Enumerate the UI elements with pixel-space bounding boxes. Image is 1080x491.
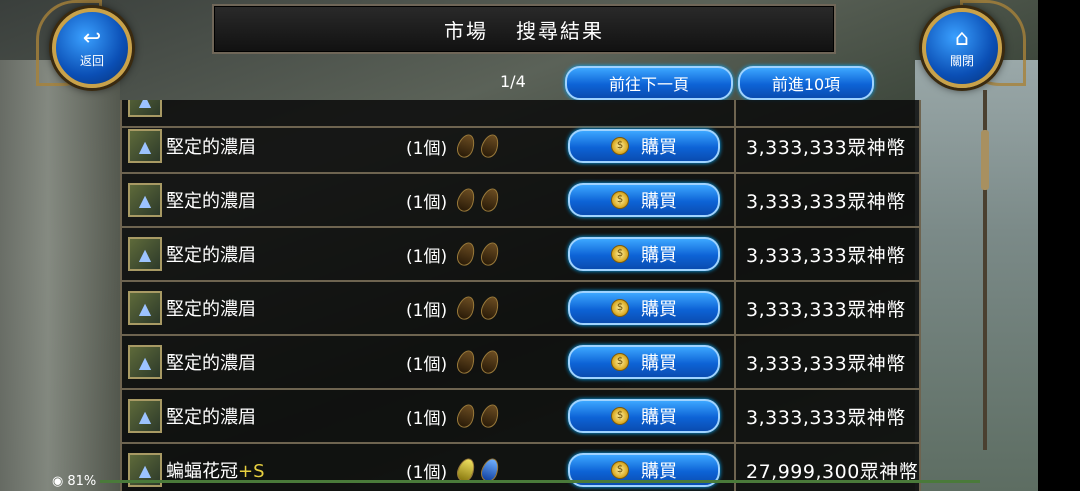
background-wall [0,60,120,491]
buy-button-label: 購買 [641,191,677,212]
wizard-hat-icon: ▲ [128,345,162,379]
wizard-hat-icon: ▲ [128,183,162,217]
item-quantity: (1個) [406,192,448,213]
seed-icon [478,131,502,161]
buy-button-label: 購買 [641,137,677,158]
item-quantity: (1個) [406,462,448,483]
seed-icon [454,239,478,269]
close-button-label: 關閉 [949,53,974,68]
coin-icon: $ [611,299,629,317]
buy-button[interactable]: $ 購買 [568,237,720,271]
page-subtitle: 搜尋結果 [516,18,604,43]
wizard-hat-icon: ▲ [128,399,162,433]
screen-edge-bar [1038,0,1080,491]
next-10-button[interactable]: 前進10項 [738,66,874,100]
coin-icon: $ [611,353,629,371]
page-indicator: 1/4 [500,72,526,91]
item-name: 堅定的濃眉 [166,299,256,320]
seed-icon [478,239,502,269]
list-item[interactable]: ▲ 堅定的濃眉 (1個) $ 購買 3,333,333眾神幣 [122,336,919,390]
next-page-button[interactable]: 前往下一頁 [565,66,733,100]
item-price: 3,333,333眾神幣 [746,406,906,429]
market-listing: ▲ ▲ 堅定的濃眉 (1個) $ 購買 3,333,333眾神幣 ▲ 堅定的濃眉… [120,100,921,491]
buy-button-label: 購買 [641,299,677,320]
item-price: 3,333,333眾神幣 [746,136,906,159]
seed-icon [478,185,502,215]
seed-icon [454,293,478,323]
battery-level: 81% [67,474,97,489]
wizard-hat-icon: ▲ [128,237,162,271]
item-enhance-suffix: +S [238,461,265,482]
buy-button[interactable]: $ 購買 [568,129,720,163]
coin-icon: $ [611,137,629,155]
buy-button-label: 購買 [641,245,677,266]
scrollbar-thumb[interactable] [981,130,989,190]
list-item[interactable]: ▲ 堅定的濃眉 (1個) $ 購買 3,333,333眾神幣 [122,174,919,228]
buy-button[interactable]: $ 購買 [568,345,720,379]
item-price: 3,333,333眾神幣 [746,352,906,375]
list-item[interactable]: ▲ 堅定的濃眉 (1個) $ 購買 3,333,333眾神幣 [122,120,919,174]
buy-button[interactable]: $ 購買 [568,399,720,433]
seed-icon [454,401,478,431]
wizard-hat-icon: ▲ [128,129,162,163]
list-item[interactable]: ▲ 堅定的濃眉 (1個) $ 購買 3,333,333眾神幣 [122,228,919,282]
coin-icon: $ [611,191,629,209]
item-name: 堅定的濃眉 [166,191,256,212]
item-name: 堅定的濃眉 [166,245,256,266]
buy-button[interactable]: $ 購買 [568,183,720,217]
coin-icon: $ [611,407,629,425]
coin-icon: $ [611,245,629,263]
coin-icon: $ [611,461,629,479]
item-price: 3,333,333眾神幣 [746,190,906,213]
wizard-hat-icon: ▲ [128,100,162,117]
item-name: 堅定的濃眉 [166,137,256,158]
buy-button-label: 購買 [641,353,677,374]
item-price: 3,333,333眾神幣 [746,244,906,267]
back-button[interactable]: ↩ 返回 [52,8,132,88]
wizard-hat-icon: ▲ [128,291,162,325]
undo-arrow-icon: ↩ [82,25,102,51]
list-item[interactable]: ▲ 堅定的濃眉 (1個) $ 購買 3,333,333眾神幣 [122,390,919,444]
item-price: 3,333,333眾神幣 [746,298,906,321]
back-button-label: 返回 [79,53,104,68]
list-item[interactable]: ▲ 堅定的濃眉 (1個) $ 購買 3,333,333眾神幣 [122,282,919,336]
item-quantity: (1個) [406,354,448,375]
seed-icon [454,347,478,377]
exp-bar [100,480,980,483]
item-quantity: (1個) [406,408,448,429]
page-title: 市場 [444,18,488,43]
title-bar: 市場 搜尋結果 [212,4,836,54]
item-quantity: (1個) [406,300,448,321]
seed-icon [454,131,478,161]
item-name: 堅定的濃眉 [166,353,256,374]
seed-icon [478,293,502,323]
item-quantity: (1個) [406,138,448,159]
seed-icon [454,185,478,215]
status-bar: ◉ 81% [52,474,980,489]
item-quantity: (1個) [406,246,448,267]
buy-button[interactable]: $ 購買 [568,291,720,325]
seed-icon [478,401,502,431]
seed-icon [478,347,502,377]
buy-button-label: 購買 [641,407,677,428]
battery-icon: ◉ [52,474,64,489]
home-icon: ⌂ [955,25,969,51]
list-item[interactable]: ▲ 蝙蝠花冠+S (1個) $ 購買 27,999,300眾神幣 [122,444,919,491]
item-name: 堅定的濃眉 [166,407,256,428]
close-button[interactable]: ⌂ 關閉 [922,8,1002,88]
